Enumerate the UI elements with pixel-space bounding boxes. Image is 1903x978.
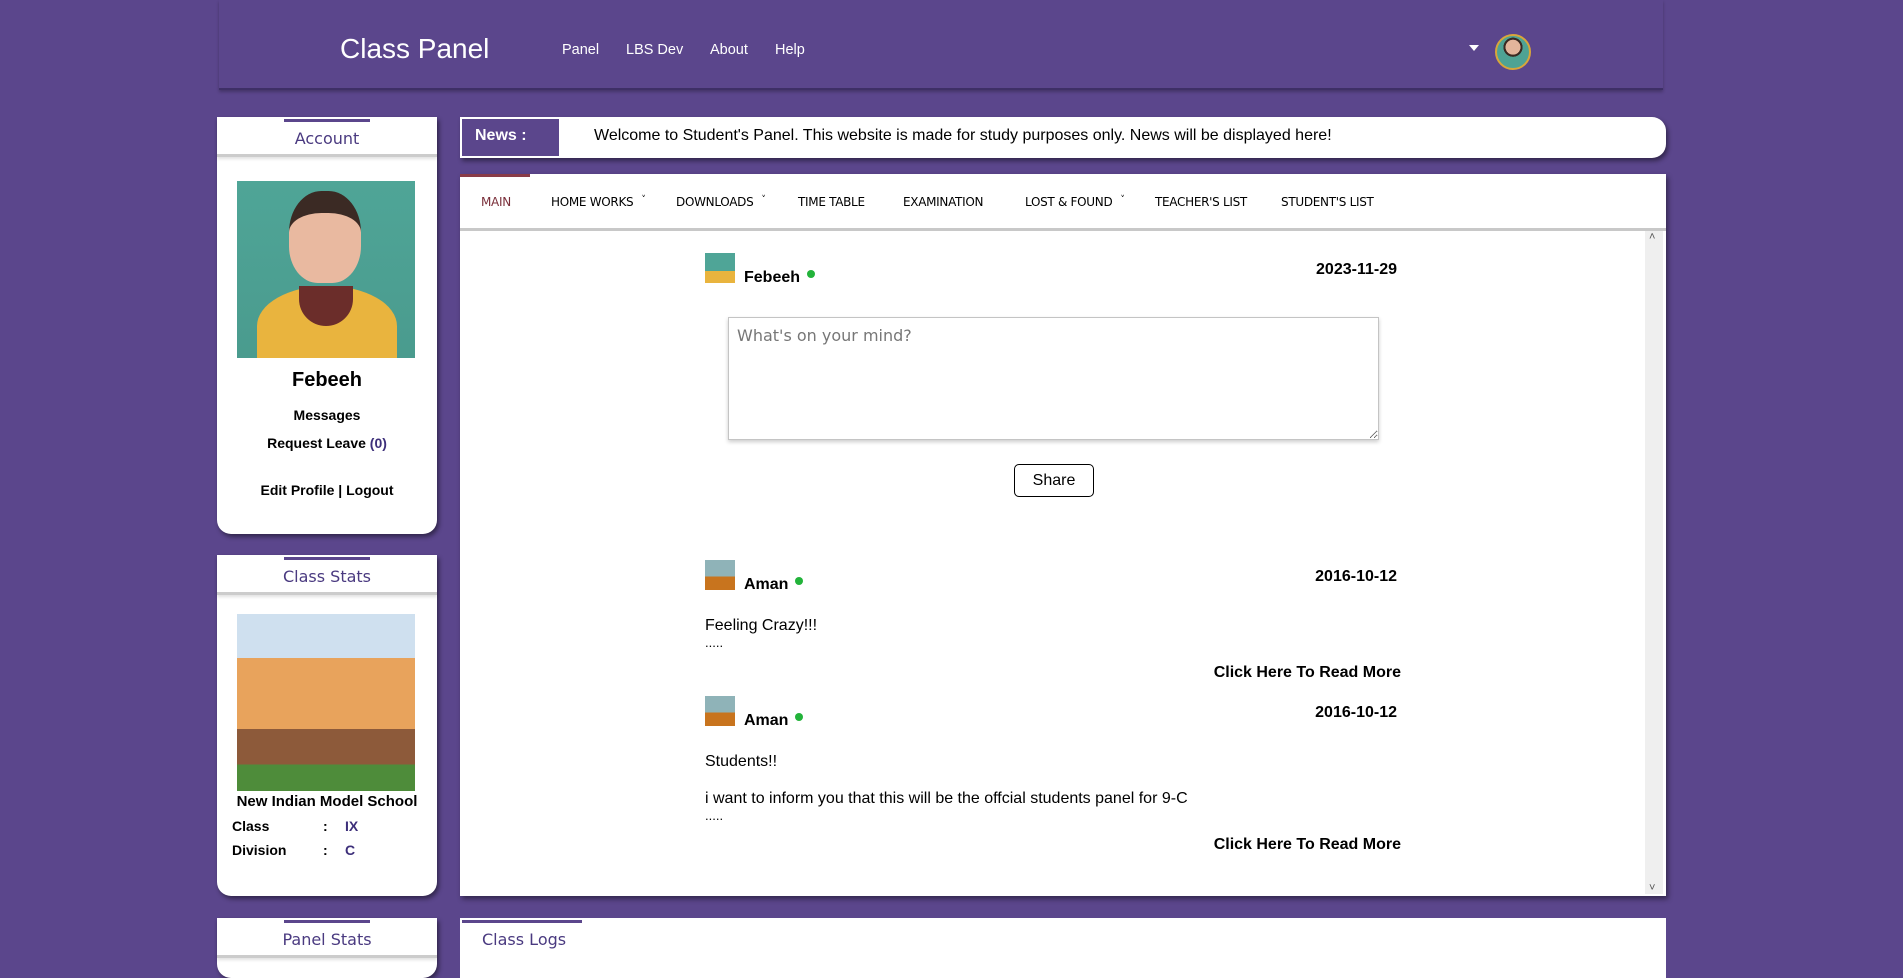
tab-students-list[interactable]: STUDENT'S LIST	[1281, 195, 1374, 209]
tab-downloads-label: DOWNLOADS	[676, 195, 754, 209]
class-logs-title: Class Logs	[482, 930, 567, 949]
school-name: New Indian Model School	[236, 793, 418, 810]
post-user-name[interactable]: Aman	[744, 712, 788, 730]
tab-lost-found[interactable]: LOST & FOUND ˅	[1025, 195, 1125, 209]
nav-about[interactable]: About	[710, 42, 748, 58]
composer-avatar	[705, 253, 735, 283]
panel-stats-header: Panel Stats	[217, 918, 437, 958]
tab-downloads[interactable]: DOWNLOADS ˅	[676, 195, 766, 209]
class-stats-title: Class Stats	[282, 567, 372, 586]
tab-teachers-list[interactable]: TEACHER'S LIST	[1155, 195, 1247, 209]
nav-lbs-dev[interactable]: LBS Dev	[626, 42, 683, 58]
online-status-icon	[807, 270, 815, 278]
read-more-link[interactable]: Click Here To Read More	[1101, 664, 1401, 682]
tab-home-works-label: HOME WORKS	[551, 195, 634, 209]
class-stats-header: Class Stats	[217, 555, 437, 595]
news-label: News :	[462, 119, 559, 156]
account-card: Account Febeeh Messages Request Leave (0…	[217, 117, 437, 534]
class-logs-accent	[462, 920, 582, 923]
nav-help[interactable]: Help	[775, 42, 805, 58]
tab-bar: MAIN HOME WORKS ˅ DOWNLOADS ˅ TIME TABLE E…	[460, 174, 1666, 231]
panel-stats-title: Panel Stats	[282, 930, 372, 949]
main-panel: MAIN HOME WORKS ˅ DOWNLOADS ˅ TIME TABLE E…	[460, 174, 1666, 896]
post-ellipsis: .....	[705, 635, 724, 650]
class-sep: :	[323, 818, 328, 834]
school-image	[237, 614, 415, 791]
profile-actions: Edit Profile | Logout	[217, 482, 437, 498]
tab-home-works[interactable]: HOME WORKS ˅	[551, 195, 646, 209]
chevron-down-icon: ˅	[641, 195, 646, 205]
post-ellipsis: .....	[705, 808, 724, 823]
class-stats-card: Class Stats New Indian Model School Clas…	[217, 555, 437, 896]
leave-count-badge: (0)	[369, 435, 387, 451]
account-title: Account	[294, 129, 360, 148]
request-leave-link[interactable]: Request Leave (0)	[217, 435, 437, 451]
post-avatar	[705, 696, 735, 726]
logout-link[interactable]: Logout	[346, 482, 393, 498]
messages-link[interactable]: Messages	[217, 407, 437, 423]
top-navbar: Class Panel Panel LBS Dev About Help	[219, 0, 1663, 90]
class-label: Class	[232, 818, 270, 834]
user-avatar[interactable]	[1495, 34, 1531, 70]
post-user-name[interactable]: Aman	[744, 576, 788, 594]
division-sep: :	[323, 842, 328, 858]
brand-title[interactable]: Class Panel	[340, 33, 489, 65]
user-menu-caret-icon[interactable]	[1469, 45, 1479, 51]
post-date: 2016-10-12	[1315, 568, 1397, 585]
class-logs-card: Class Logs	[460, 918, 1666, 978]
request-leave-label: Request Leave	[267, 435, 366, 451]
panel-stats-card: Panel Stats	[217, 918, 437, 978]
post-input[interactable]	[728, 317, 1379, 440]
read-more-link[interactable]: Click Here To Read More	[1101, 836, 1401, 854]
post-text: Feeling Crazy!!!	[705, 617, 818, 634]
post-text: Students!!	[705, 753, 778, 770]
scroll-down-icon[interactable]: ˅	[1649, 882, 1655, 894]
online-status-icon	[795, 577, 803, 585]
nav-panel[interactable]: Panel	[562, 42, 599, 58]
online-status-icon	[795, 713, 803, 721]
division-label: Division	[232, 842, 287, 858]
post-avatar	[705, 560, 735, 590]
scrollbar[interactable]: ˄ ˅	[1645, 231, 1663, 894]
scroll-up-icon[interactable]: ˄	[1649, 231, 1655, 243]
tab-main[interactable]: MAIN	[481, 195, 511, 209]
class-value: IX	[345, 818, 359, 834]
active-tab-indicator	[460, 174, 530, 177]
edit-profile-link[interactable]: Edit Profile	[260, 482, 334, 498]
chevron-down-icon: ˅	[1120, 195, 1125, 205]
profile-picture	[237, 181, 415, 358]
chevron-down-icon: ˅	[761, 195, 766, 205]
separator: |	[338, 482, 343, 498]
post-text: i want to inform you that this will be t…	[705, 790, 1188, 807]
profile-name: Febeeh	[291, 369, 363, 391]
composer-user-name: Febeeh	[744, 269, 801, 286]
tab-examination[interactable]: EXAMINATION	[903, 195, 983, 209]
share-button[interactable]: Share	[1014, 464, 1094, 497]
account-card-header: Account	[217, 117, 437, 157]
tab-time-table[interactable]: TIME TABLE	[798, 195, 865, 209]
news-text: Welcome to Student's Panel. This website…	[594, 127, 1332, 144]
division-value: C	[345, 842, 356, 858]
composer-date: 2023-11-29	[1316, 261, 1397, 278]
tab-lost-found-label: LOST & FOUND	[1025, 195, 1113, 209]
post-date: 2016-10-12	[1315, 704, 1397, 721]
news-bar: News : Welcome to Student's Panel. This …	[460, 117, 1666, 158]
